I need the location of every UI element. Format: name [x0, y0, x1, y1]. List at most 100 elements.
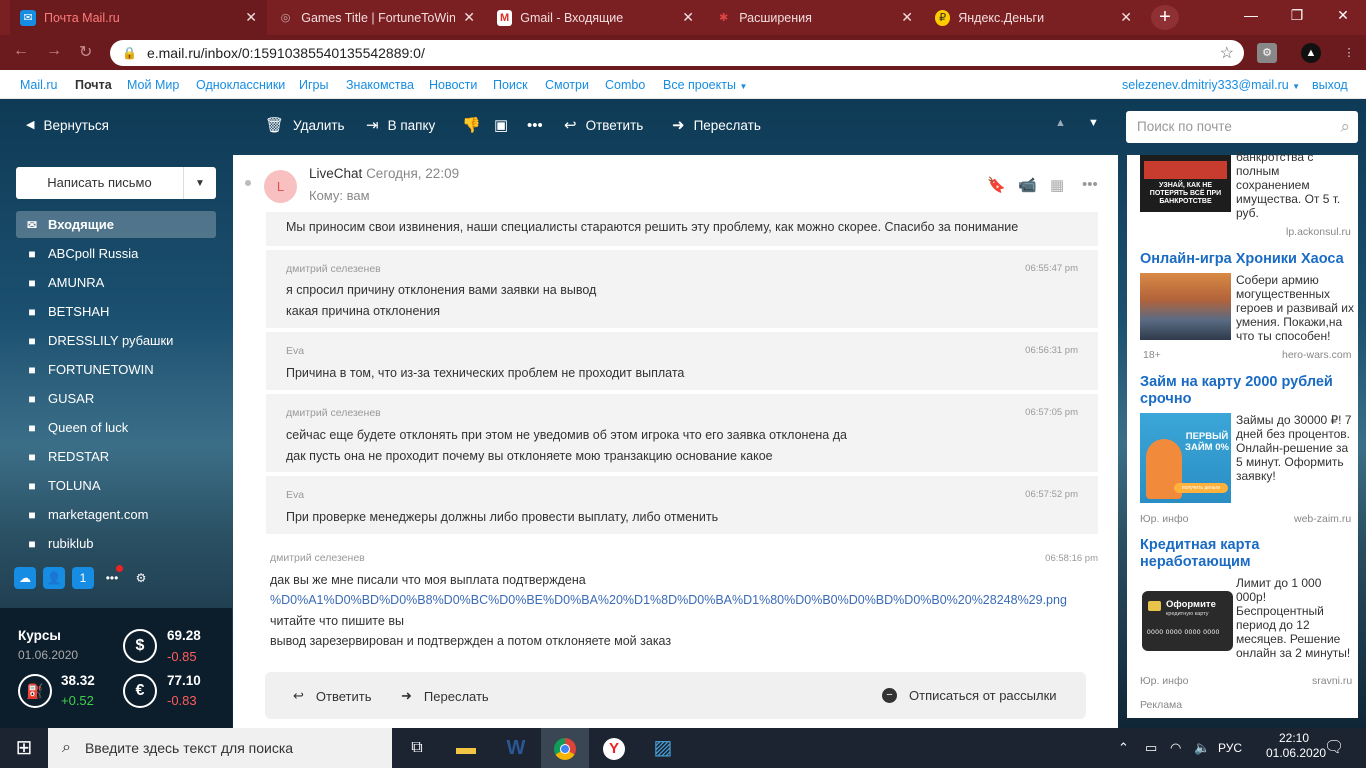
compose-button[interactable]: Написать письмо ▼ — [16, 167, 216, 199]
previous-message-button[interactable]: ▲ — [1055, 118, 1066, 129]
ad-image-loan[interactable]: ПЕРВЫЙ ЗАЙМ 0% получить деньги — [1140, 413, 1231, 503]
portal-link-search[interactable]: Поиск — [493, 78, 528, 92]
mail-search-input[interactable]: Поиск по почте ⌕ — [1126, 111, 1358, 143]
folder-item[interactable]: ■ GUSAR — [16, 385, 216, 412]
portal-link-moy-mir[interactable]: Мой Мир — [127, 78, 179, 92]
portal-link-all-projects[interactable]: Все проекты ▼ — [663, 78, 747, 92]
chevron-down-icon[interactable]: ▼ — [184, 178, 216, 189]
folder-item[interactable]: ■ AMUNRA — [16, 269, 216, 296]
bottom-reply-button[interactable]: ↩ Ответить — [293, 688, 371, 704]
ad-source[interactable]: hero-wars.com — [1282, 349, 1351, 361]
calendar-grid-icon[interactable]: ▦ — [1050, 176, 1064, 194]
move-to-folder-button[interactable]: ⇥ В папку — [366, 118, 435, 133]
tab-mail-ru[interactable]: ✉ Почта Mail.ru ✕ — [10, 0, 267, 35]
ad-text[interactable]: Собери армию могущественных героев и раз… — [1236, 273, 1354, 343]
battery-icon[interactable]: ▭ — [1145, 728, 1157, 768]
ad-title[interactable]: Займ на карту 2000 рублей срочно — [1140, 374, 1355, 408]
delete-button[interactable]: 🗑 Удалить — [265, 118, 345, 133]
folder-inbox[interactable]: ✉ Входящие — [16, 211, 216, 238]
url-field[interactable]: 🔒 e.mail.ru/inbox/0:15910385540135542889… — [110, 40, 1244, 66]
profile-icon[interactable]: ▲ — [1301, 43, 1321, 63]
user-email-link[interactable]: selezenev.dmitriy333@mail.ru ▼ — [1122, 78, 1300, 92]
minimize-button[interactable]: — — [1228, 0, 1274, 30]
windows-start-icon[interactable]: ⊞ — [0, 728, 48, 768]
close-icon[interactable]: ✕ — [463, 9, 475, 26]
tab-yandex-money[interactable]: ₽ Яндекс.Деньги ✕ — [925, 0, 1142, 35]
close-icon[interactable]: ✕ — [682, 9, 694, 26]
ad-legal-info[interactable]: Юр. инфо — [1140, 513, 1188, 525]
language-indicator[interactable]: РУС — [1218, 728, 1242, 768]
folder-item[interactable]: ■ FORTUNETOWIN — [16, 356, 216, 383]
forward-button[interactable]: ➜ Переслать — [672, 118, 761, 133]
cloud-icon[interactable]: ☁ — [14, 567, 36, 589]
video-camera-icon[interactable]: 📹 — [1018, 176, 1037, 194]
tab-fortunetowin[interactable]: ◎ Games Title | FortuneToWin ✕ — [268, 0, 485, 35]
folder-item[interactable]: ■ DRESSLILY рубашки — [16, 327, 216, 354]
attachment-link[interactable]: %D0%A1%D0%BD%D0%B8%D0%BC%D0%BE%D0%BA%20%… — [270, 593, 1067, 607]
tab-extensions[interactable]: ✱ Расширения ✕ — [706, 0, 923, 35]
bottom-forward-button[interactable]: ➜ Переслать — [401, 688, 489, 704]
back-arrow-icon[interactable]: ← — [13, 42, 29, 60]
contacts-icon[interactable]: 👤 — [43, 567, 65, 589]
task-view-icon[interactable]: ⧉ — [393, 728, 441, 768]
ad-text[interactable]: банкротства с полным сохранением имущест… — [1236, 150, 1352, 220]
unsubscribe-button[interactable]: − Отписаться от рассылки — [882, 688, 1057, 703]
portal-link-mailru[interactable]: Mail.ru — [20, 78, 58, 92]
clock[interactable]: 22:10 01.06.2020 — [1266, 731, 1326, 768]
tab-gmail[interactable]: M Gmail - Входящие ✕ — [487, 0, 704, 35]
next-message-button[interactable]: ▼ — [1088, 118, 1099, 129]
spam-button[interactable]: 👎 — [462, 118, 481, 133]
yandex-browser-icon[interactable]: Y — [590, 728, 638, 768]
folder-item[interactable]: ■ REDSTAR — [16, 443, 216, 470]
folder-item[interactable]: ■ BETSHAH — [16, 298, 216, 325]
restore-button[interactable]: ❐ — [1274, 0, 1320, 30]
ad-source[interactable]: sravni.ru — [1312, 675, 1352, 687]
close-icon[interactable]: ✕ — [245, 9, 257, 26]
ad-text[interactable]: Займы до 30000 ₽! 7 дней без процентов. … — [1236, 413, 1354, 483]
tray-chevron-up-icon[interactable]: ⌃ — [1118, 728, 1129, 768]
folder-item[interactable]: ■ marketagent.com — [16, 501, 216, 528]
ad-image-credit-card[interactable]: Оформите кредитную карту 0000 0000 0000 … — [1142, 591, 1233, 651]
ad-legal-info[interactable]: Юр. инфо — [1140, 675, 1188, 687]
folder-item[interactable]: ■ ABCpoll Russia — [16, 240, 216, 267]
logout-link[interactable]: выход — [1312, 78, 1348, 92]
notifications-icon[interactable]: 🗨 — [1324, 728, 1344, 768]
portal-link-combo[interactable]: Combo — [605, 78, 645, 92]
word-icon[interactable]: W — [492, 728, 540, 768]
chrome-icon[interactable] — [541, 728, 589, 768]
folder-item[interactable]: ■ TOLUNA — [16, 472, 216, 499]
more-actions-button[interactable]: ••• — [527, 118, 543, 133]
calendar-icon[interactable]: 1 — [72, 567, 94, 589]
reload-icon[interactable]: ↻ — [79, 42, 92, 62]
file-explorer-icon[interactable]: ▬ — [442, 728, 490, 768]
reply-button[interactable]: ↩ Ответить — [564, 118, 643, 133]
bookmark-icon[interactable]: 🔖 — [987, 176, 1006, 194]
ad-image-bankruptcy[interactable]: УЗНАЙ, КАК НЕ ПОТЕРЯТЬ ВСЁ ПРИ БАНКРОТСТ… — [1140, 155, 1231, 212]
close-icon[interactable]: ✕ — [901, 9, 913, 26]
ad-title[interactable]: Онлайн-игра Хроники Хаоса — [1140, 251, 1355, 268]
close-window-button[interactable]: ✕ — [1320, 0, 1366, 30]
ad-source[interactable]: lp.ackonsul.ru — [1286, 226, 1351, 238]
sender-name[interactable]: LiveChat — [309, 166, 362, 181]
ad-title[interactable]: Кредитная карта неработающим — [1140, 537, 1355, 571]
folder-item[interactable]: ■ rubiklub — [16, 530, 216, 557]
settings-gear-icon[interactable]: ⚙ — [130, 567, 152, 589]
ad-image-hero-wars[interactable] — [1140, 273, 1231, 340]
close-icon[interactable]: ✕ — [1120, 9, 1132, 26]
volume-icon[interactable]: 🔈 — [1194, 728, 1210, 768]
ad-source[interactable]: web-zaim.ru — [1294, 513, 1351, 525]
more-apps-icon[interactable]: ••• — [101, 565, 123, 589]
ad-text[interactable]: Лимит до 1 000 000р! Беспроцентный перио… — [1236, 576, 1354, 660]
bookmark-star-icon[interactable]: ☆ — [1220, 43, 1234, 63]
search-icon[interactable]: ⌕ — [1340, 117, 1350, 137]
more-dots-icon[interactable]: ••• — [1082, 176, 1098, 193]
portal-link-pochta[interactable]: Почта — [75, 78, 112, 92]
new-tab-button[interactable]: + — [1151, 5, 1179, 30]
portal-link-ok[interactable]: Одноклассники — [196, 78, 285, 92]
folder-item[interactable]: ■ Queen of luck — [16, 414, 216, 441]
photos-icon[interactable]: ▨ — [639, 728, 687, 768]
extension-icon[interactable]: ⚙ — [1257, 43, 1277, 63]
wifi-icon[interactable]: ◠ — [1170, 728, 1181, 768]
portal-link-news[interactable]: Новости — [429, 78, 477, 92]
menu-dots-icon[interactable]: ⋮ — [1339, 43, 1359, 63]
